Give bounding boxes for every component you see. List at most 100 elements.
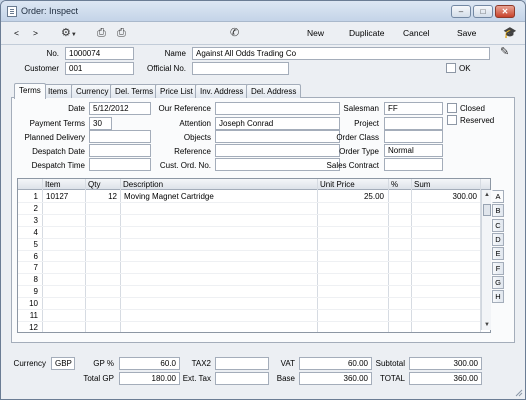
tax2-field — [215, 357, 269, 370]
items-grid[interactable]: Item Qty Description Unit Price % Sum 11… — [17, 178, 491, 333]
col-item-header[interactable]: Item — [45, 180, 61, 189]
side-tab-h[interactable]: H — [492, 290, 504, 304]
row-separator — [18, 273, 480, 275]
print-preview-icon[interactable]: ⎙ — [117, 26, 126, 40]
edit-note-icon[interactable]: ✎ — [500, 45, 509, 59]
total-gp-label: Total GP — [83, 374, 114, 383]
col-description-header[interactable]: Description — [123, 180, 163, 189]
row-number: 3 — [33, 215, 38, 225]
objects-field[interactable] — [215, 130, 340, 143]
currency-field[interactable]: GBP — [51, 357, 75, 370]
base-field: 360.00 — [299, 372, 372, 385]
official-no-field[interactable] — [192, 62, 289, 75]
sum-cell[interactable]: 300.00 — [412, 192, 477, 201]
gear-icon[interactable]: ⚙▼ — [61, 26, 77, 42]
closed-checkbox[interactable] — [447, 103, 457, 113]
payment-terms-field[interactable]: 30 — [89, 117, 112, 130]
item-cell[interactable]: 10127 — [46, 192, 68, 201]
reference-field[interactable] — [215, 144, 340, 157]
row-separator — [18, 309, 480, 310]
qty-cell[interactable]: 12 — [86, 192, 117, 201]
back-button[interactable]: < — [14, 28, 19, 38]
salesman-field[interactable]: FF — [384, 102, 443, 115]
side-tab-c[interactable]: C — [492, 218, 504, 232]
grid-header: Item Qty Description Unit Price % Sum — [18, 179, 490, 190]
tab-terms[interactable]: Terms — [14, 83, 46, 99]
customer-field[interactable]: 001 — [65, 62, 134, 75]
planned-delivery-label: Planned Delivery — [24, 133, 85, 142]
closed-label: Closed — [460, 104, 485, 113]
reserved-checkbox[interactable] — [447, 115, 457, 125]
order-class-field[interactable] — [384, 130, 443, 143]
resize-grip-icon[interactable] — [515, 389, 523, 397]
title-bar[interactable]: Order: Inspect – □ ✕ — [1, 1, 525, 22]
row-number: 8 — [33, 275, 38, 285]
row-separator — [18, 320, 480, 322]
duplicate-button[interactable]: Duplicate — [349, 28, 384, 38]
col-qty-header[interactable]: Qty — [88, 180, 100, 189]
cancel-button[interactable]: Cancel — [403, 28, 429, 38]
scroll-thumb[interactable] — [483, 204, 491, 216]
ok-checkbox[interactable] — [446, 63, 456, 73]
side-tab-a[interactable]: A — [492, 190, 504, 203]
total-gp-field: 180.00 — [119, 372, 180, 385]
tab-del-address[interactable]: Del. Address — [246, 84, 302, 98]
project-field[interactable] — [384, 117, 443, 130]
subtotal-label: Subtotal — [375, 359, 405, 368]
description-cell[interactable]: Moving Magnet Cartridge — [124, 192, 214, 201]
side-tab-f[interactable]: F — [492, 261, 504, 275]
row-separator — [18, 213, 480, 215]
mortarboard-icon[interactable]: 🎓 — [503, 26, 517, 40]
save-button[interactable]: Save — [457, 28, 476, 38]
reserved-label: Reserved — [460, 116, 495, 125]
grid-scrollbar[interactable]: ▲ ▼ — [481, 190, 491, 330]
col-unit-price-header[interactable]: Unit Price — [320, 180, 355, 189]
print-icon[interactable]: ⎙ — [97, 26, 106, 40]
tab-price-list[interactable]: Price List — [155, 84, 198, 98]
order-type-field[interactable]: Normal — [384, 144, 443, 157]
despatch-time-label: Despatch Time — [31, 161, 85, 170]
attention-field[interactable]: Joseph Conrad — [215, 117, 340, 130]
scroll-down-icon[interactable]: ▼ — [482, 320, 492, 330]
side-tab-d[interactable]: D — [492, 232, 504, 246]
date-field[interactable]: 5/12/2012 — [89, 102, 151, 115]
cust-ord-no-field[interactable] — [215, 158, 340, 171]
ok-label: OK — [459, 64, 471, 73]
planned-delivery-field[interactable] — [89, 130, 151, 143]
tab-currency[interactable]: Currency — [71, 84, 114, 98]
side-tab-e[interactable]: E — [492, 247, 504, 261]
no-label: No. — [46, 49, 59, 58]
row-number: 5 — [33, 239, 38, 249]
new-button[interactable]: New — [307, 28, 324, 38]
minimize-button[interactable]: – — [451, 5, 471, 18]
forward-button[interactable]: > — [33, 28, 38, 38]
no-field[interactable]: 1000074 — [65, 47, 134, 60]
despatch-time-field[interactable] — [89, 158, 151, 171]
order-window: Order: Inspect – □ ✕ < > ⚙▼ ⎙ ⎙ ✆ New Du… — [0, 0, 526, 400]
window-title: Order: Inspect — [21, 6, 79, 16]
row-number: 2 — [33, 203, 38, 213]
row-separator — [18, 261, 480, 263]
tab-del-terms[interactable]: Del. Terms — [110, 84, 159, 98]
col-sum-header[interactable]: Sum — [414, 180, 430, 189]
payment-terms-label: Payment Terms — [29, 119, 85, 128]
col-percent-header[interactable]: % — [391, 180, 398, 189]
phone-icon[interactable]: ✆ — [230, 26, 239, 40]
despatch-date-field[interactable] — [89, 144, 151, 157]
side-tab-b[interactable]: B — [492, 204, 504, 218]
date-label: Date — [68, 104, 85, 113]
sales-contract-field[interactable] — [384, 158, 443, 171]
tab-inv-address[interactable]: Inv. Address — [195, 84, 249, 98]
order-class-label: Order Class — [336, 133, 379, 142]
ext-tax-field — [215, 372, 269, 385]
tab-items[interactable]: Items — [43, 84, 73, 98]
close-button[interactable]: ✕ — [495, 5, 515, 18]
maximize-button[interactable]: □ — [473, 5, 493, 18]
our-reference-field[interactable] — [215, 102, 340, 115]
currency-label: Currency — [13, 359, 46, 368]
base-label: Base — [276, 374, 295, 383]
scroll-up-icon[interactable]: ▲ — [482, 190, 492, 200]
name-field[interactable]: Against All Odds Trading Co — [192, 47, 490, 60]
side-tab-g[interactable]: G — [492, 275, 504, 289]
unit-price-cell[interactable]: 25.00 — [318, 192, 384, 201]
